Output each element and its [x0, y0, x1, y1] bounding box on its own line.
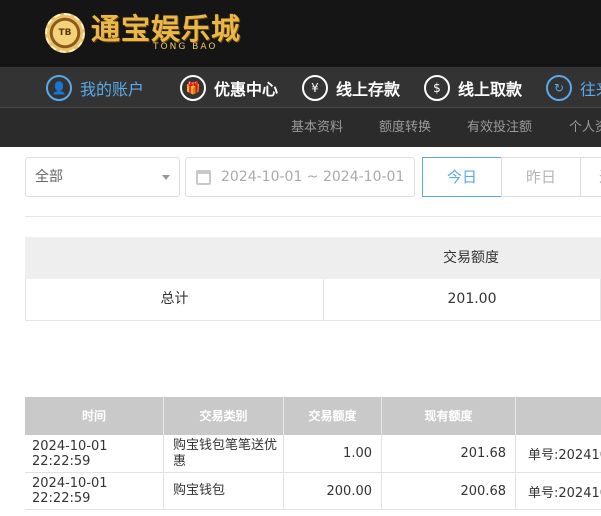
- user-icon: 👤: [46, 74, 72, 101]
- transactions-table: 时间 交易类别 交易额度 现有额度 2024-10-01 22:22:59 购宝…: [25, 397, 601, 510]
- cell-note: 单号:2024100: [516, 473, 601, 509]
- table-row: 2024-10-01 22:22:59 购宝钱包笔笔送优惠 1.00 201.6…: [25, 435, 601, 473]
- table-header: 时间 交易类别 交易额度 现有额度: [25, 397, 601, 435]
- nav-item-deposit[interactable]: ¥ 线上存款: [302, 67, 401, 107]
- cell-amount: 1.00: [284, 435, 382, 472]
- deposit-icon: ¥: [302, 74, 328, 101]
- cell-time: 2024-10-01 22:22:59: [25, 435, 164, 472]
- column-amount[interactable]: 交易额度: [284, 397, 382, 435]
- casino-chip-icon: TB: [45, 13, 85, 53]
- nav-item-label: 线上取款: [458, 79, 523, 99]
- column-type[interactable]: 交易类别: [164, 397, 284, 435]
- category-select[interactable]: 全部: [25, 157, 180, 197]
- yesterday-button[interactable]: 昨日: [501, 157, 581, 197]
- category-select-value: 全部: [35, 169, 63, 185]
- nav-item-label: 我的账户: [80, 79, 145, 99]
- column-note[interactable]: [516, 397, 601, 435]
- nav-item-my-account[interactable]: 👤 我的账户: [46, 67, 145, 107]
- table-row: 2024-10-01 22:22:59 购宝钱包 200.00 200.68 单…: [25, 473, 601, 510]
- logo-text: 通宝娱乐城 TONG BAO: [91, 10, 241, 56]
- summary-header-amount: 交易额度: [443, 250, 499, 266]
- sub-nav: 基本资料 额度转换 有效投注额 个人资: [0, 108, 601, 147]
- subnav-item-profile[interactable]: 基本资料: [291, 108, 343, 147]
- logo-subtitle: TONG BAO: [153, 42, 218, 52]
- top-header: TB 通宝娱乐城 TONG BAO: [0, 0, 601, 67]
- date-range-value: 2024-10-01 ~ 2024-10-01: [221, 169, 405, 185]
- nav-item-label: 优惠中心: [214, 79, 279, 99]
- summary-total-value: 201.00: [447, 291, 497, 307]
- divider: [25, 216, 601, 217]
- cell-note: 单号:2024100: [516, 435, 601, 472]
- gift-icon: 🎁: [180, 74, 206, 101]
- nav-item-promotions[interactable]: 🎁 优惠中心: [180, 67, 279, 107]
- cell-balance: 200.68: [382, 473, 516, 509]
- main-nav: 👤 我的账户 🎁 优惠中心 ¥ 线上存款 $ 线上取款 ↻ 往来: [0, 67, 601, 108]
- nav-item-withdraw[interactable]: $ 线上取款: [424, 67, 523, 107]
- cell-type: 购宝钱包: [164, 473, 284, 509]
- summary-header: 交易额度: [25, 237, 601, 279]
- cell-amount: 200.00: [284, 473, 382, 509]
- today-button[interactable]: 今日: [422, 157, 502, 197]
- subnav-item-transfer[interactable]: 额度转换: [379, 108, 431, 147]
- chevron-down-icon: [162, 175, 170, 180]
- site-logo[interactable]: TB 通宝娱乐城 TONG BAO: [45, 10, 241, 56]
- nav-item-label: 线上存款: [336, 79, 401, 99]
- summary-table: 交易额度 总计 201.00: [25, 237, 601, 321]
- summary-row: 总计 201.00: [25, 279, 601, 321]
- date-range-input[interactable]: 2024-10-01 ~ 2024-10-01: [185, 157, 415, 197]
- cell-balance: 201.68: [382, 435, 516, 472]
- nav-item-history[interactable]: ↻ 往来: [546, 67, 601, 107]
- cell-time: 2024-10-01 22:22:59: [25, 473, 164, 509]
- cell-type: 购宝钱包笔笔送优惠: [164, 435, 284, 472]
- page-root: TB 通宝娱乐城 TONG BAO 👤 我的账户 🎁 优惠中心 ¥ 线上存款 $…: [0, 0, 601, 516]
- summary-total-label: 总计: [26, 279, 324, 320]
- recent-button[interactable]: 近: [580, 157, 601, 197]
- chip-text: TB: [58, 28, 72, 38]
- subnav-item-personal[interactable]: 个人资: [569, 108, 601, 147]
- history-icon: ↻: [546, 74, 572, 101]
- calendar-icon: [196, 170, 211, 185]
- column-balance[interactable]: 现有额度: [382, 397, 516, 435]
- column-time[interactable]: 时间: [25, 397, 164, 435]
- subnav-item-valid-bets[interactable]: 有效投注额: [467, 108, 532, 147]
- nav-item-label: 往来: [580, 79, 601, 99]
- withdraw-icon: $: [424, 74, 450, 101]
